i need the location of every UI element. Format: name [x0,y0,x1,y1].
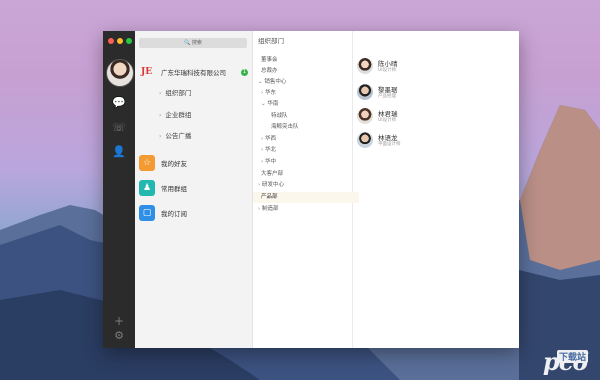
contacts-panel: 🔍 搜索 JE 广东华瑞科技有限公司 1 › 组织部门 › 企业群组 › 公告广播 ☆… [135,31,253,348]
entry-my-friends[interactable]: ☆ 我的好友 [139,154,251,172]
entry-label: 我的好友 [161,160,187,168]
member-item[interactable]: 林语龙 平面设计师 [357,130,517,152]
window-controls [108,38,132,44]
company-row[interactable]: JE 广东华瑞科技有限公司 1 [135,63,252,81]
search-icon: 🔍 [184,40,191,46]
tree-item-label: 制造部 [261,206,279,212]
entry-common-groups[interactable]: ♟ 常用群组 [139,179,251,197]
watermark-tag: 下载站 [556,350,588,363]
minimize-window-button[interactable] [117,38,123,44]
subitem-label: 企业群组 [165,111,192,119]
tree-item[interactable]: › 华中 [253,157,359,168]
tree-item[interactable]: ⌄ 销售中心 [253,77,356,88]
tree-item[interactable]: › 华东 [253,88,359,99]
subitem-enterprise-groups[interactable]: › 企业群组 [135,109,252,121]
add-icon[interactable]: + [103,314,135,328]
member-list-panel: 陈小晴 UI设计师 黎墨琚 产品经理 林君瑞 UI设计师 林语龙 平面设计师 [353,31,519,348]
tree-item[interactable]: 产品部 [253,192,359,203]
tree-item-label: 海鲸突击队 [271,124,299,130]
chevron-right-icon: › [159,112,162,119]
member-item[interactable]: 黎墨琚 产品经理 [357,82,517,104]
tree-item[interactable]: › 华西 [253,134,359,145]
tree-item[interactable]: 总裁办 [253,66,359,77]
subitem-label: 组织部门 [165,89,192,97]
entry-label: 常用群组 [161,185,187,193]
tree-item[interactable]: › 研发中心 [253,180,356,191]
phone-icon[interactable]: ☏ [103,121,135,134]
company-badge: 1 [241,68,248,76]
entry-label: 我的订阅 [161,210,187,218]
member-avatar [357,84,373,100]
member-avatar [357,58,373,74]
contacts-icon[interactable]: 👤 [103,145,135,158]
tree-item-label: 研发中心 [261,182,284,188]
tree-item-label: 华西 [264,136,276,142]
tree-item[interactable]: 大客户部 [253,169,359,180]
group-icon: ♟ [139,180,155,196]
search-label: 搜索 [191,40,202,46]
settings-gear-icon[interactable]: ⚙ [103,329,135,342]
app-window: 💬 ☏ 👤 + ⚙ 🔍 搜索 JE 广东华瑞科技有限公司 1 › 组织部门 › 企业… [103,31,519,348]
tree-item-label: 销售中心 [264,79,287,85]
chat-icon[interactable]: 💬 [103,96,135,109]
subitem-label: 公告广播 [165,132,192,140]
search-input[interactable]: 🔍 搜索 [139,38,247,48]
tree-item-label: 华中 [264,159,276,165]
subitem-org-departments[interactable]: › 组织部门 [135,87,252,99]
tree-item-label: 华东 [264,90,276,96]
tree-item-label: 董事会 [261,57,278,63]
maximize-window-button[interactable] [126,38,132,44]
tree-item-label: 特战队 [271,113,288,119]
member-role: UI设计师 [378,68,397,73]
site-watermark: pc6 下载站 [543,347,589,376]
tree-item[interactable]: 董事会 [253,55,359,66]
member-role: 产品经理 [378,94,396,99]
member-role: UI设计师 [378,118,397,123]
company-name: 广东华瑞科技有限公司 [161,69,226,77]
member-item[interactable]: 林君瑞 UI设计师 [357,106,517,128]
member-role: 平面设计师 [378,142,401,147]
tree-item[interactable]: ⌄ 华南 [253,99,359,110]
chevron-right-icon: › [159,90,162,97]
tree-item-label: 华北 [264,147,276,153]
member-avatar [357,108,373,124]
panel-title: 组织部门 [258,37,284,45]
tree-item[interactable]: 海鲸突击队 [253,122,369,133]
company-logo: JE [141,67,153,77]
tree-item[interactable]: › 华北 [253,145,359,156]
tree-item[interactable]: 特战队 [253,111,369,122]
tree-item-label: 华南 [267,101,279,107]
tree-item-label: 大客户部 [261,171,284,177]
close-window-button[interactable] [108,38,114,44]
tree-item-label: 总裁办 [261,68,278,74]
tree-item[interactable]: › 制造部 [253,204,356,215]
entry-my-subscriptions[interactable]: ▢ 我的订阅 [139,204,251,222]
member-avatar [357,132,373,148]
subitem-announcements[interactable]: › 公告广播 [135,130,252,142]
member-item[interactable]: 陈小晴 UI设计师 [357,56,517,78]
department-tree-panel: 组织部门 董事会 总裁办 ⌄ 销售中心 › 华东 ⌄ 华南 特战队 海鲸突击队 › 华西 › 华… [253,31,359,348]
subscription-icon: ▢ [139,205,155,221]
nav-rail: 💬 ☏ 👤 + ⚙ [103,31,135,348]
star-icon: ☆ [139,155,155,171]
chevron-right-icon: › [159,133,162,140]
tree-item-label: 产品部 [261,194,278,200]
user-avatar[interactable] [106,59,134,87]
